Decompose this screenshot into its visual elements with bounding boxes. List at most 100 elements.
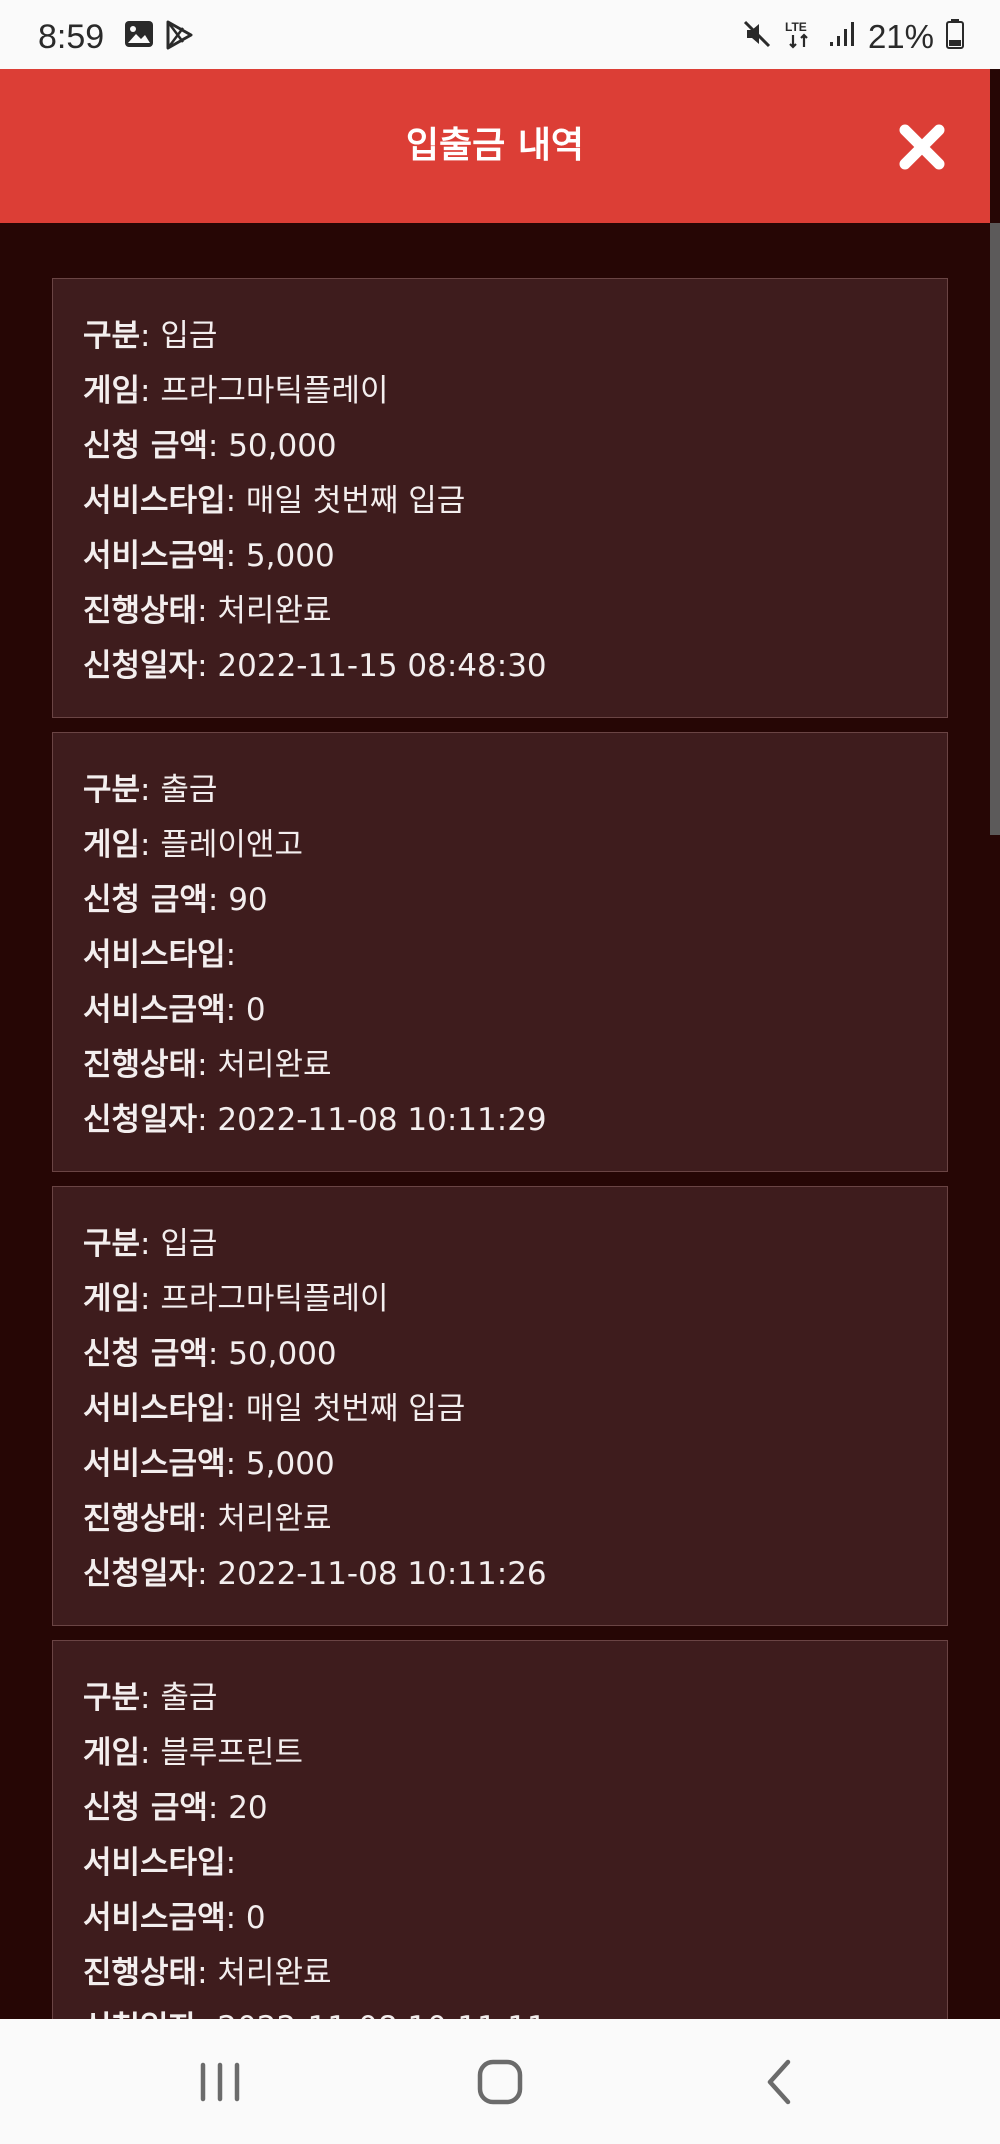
amount-row: 신청 금액: 90 <box>83 882 268 918</box>
service-type-row: 서비스타입: <box>83 1845 237 1881</box>
recent-apps-icon <box>200 2062 240 2102</box>
amount-label: 신청 금액 <box>83 1336 208 1372</box>
amount-value: 90 <box>228 882 268 918</box>
service-amount-value: 5,000 <box>245 1446 335 1482</box>
amount-label: 신청 금액 <box>83 882 208 918</box>
status-label: 진행상태 <box>83 1047 198 1083</box>
type-value: 출금 <box>160 1680 218 1716</box>
date-value: 2022-11-08 10:11:11 <box>217 2010 546 2019</box>
game-value: 플레이앤고 <box>160 827 303 863</box>
game-label: 게임 <box>83 1281 141 1317</box>
back-button[interactable] <box>745 2049 815 2115</box>
type-label: 구분 <box>83 318 141 354</box>
service-type-label: 서비스타입 <box>83 483 226 519</box>
status-row: 진행상태: 처리완료 <box>83 1501 332 1537</box>
date-row: 신청일자: 2022-11-08 10:11:11 <box>83 2001 917 2019</box>
amount-value: 50,000 <box>228 1336 337 1372</box>
amount-value: 20 <box>228 1790 268 1826</box>
signal-icon <box>828 20 856 53</box>
service-amount-label: 서비스금액 <box>83 538 226 574</box>
amount-label: 신청 금액 <box>83 428 208 464</box>
header-bar: 입출금 내역 <box>0 69 990 223</box>
status-value: 처리완료 <box>217 1047 332 1083</box>
amount-row: 신청 금액: 50,000 <box>83 428 337 464</box>
transaction-card: 구분: 입금 게임: 프라그마틱플레이 신청 금액: 50,000 서비스타입:… <box>52 1186 948 1626</box>
recent-apps-button[interactable] <box>185 2049 255 2115</box>
battery-percent: 21% <box>867 18 934 55</box>
scrollbar-thumb[interactable] <box>990 223 1000 835</box>
service-amount-row: 서비스금액: 0 <box>83 992 266 1028</box>
status-row: 진행상태: 처리완료 <box>83 1955 332 1991</box>
game-value: 블루프린트 <box>160 1735 303 1771</box>
service-type-row: 서비스타입: <box>83 937 237 973</box>
type-row: 구분: 입금 <box>83 1226 218 1262</box>
service-amount-row: 서비스금액: 5,000 <box>83 538 335 574</box>
transaction-list[interactable]: 구분: 입금 게임: 프라그마틱플레이 신청 금액: 50,000 서비스타입:… <box>52 278 948 2019</box>
close-button[interactable] <box>896 121 948 173</box>
type-value: 입금 <box>160 1226 218 1262</box>
status-time: 8:59 <box>38 18 105 56</box>
type-row: 구분: 출금 <box>83 772 218 808</box>
date-label: 신청일자 <box>83 1556 198 1592</box>
date-row: 신청일자: 2022-11-08 10:11:29 <box>83 1102 547 1138</box>
game-label: 게임 <box>83 373 141 409</box>
battery-icon <box>946 19 964 54</box>
status-bar: 8:59 LTE 21% <box>0 0 1000 69</box>
game-row: 게임: 플레이앤고 <box>83 827 303 863</box>
status-label: 진행상태 <box>83 1501 198 1537</box>
service-type-value: 매일 첫번째 입금 <box>245 483 466 519</box>
mute-icon <box>742 19 772 54</box>
game-row: 게임: 블루프린트 <box>83 1735 303 1771</box>
svg-text:LTE: LTE <box>785 20 807 34</box>
type-value: 출금 <box>160 772 218 808</box>
service-type-row: 서비스타입: 매일 첫번째 입금 <box>83 1391 466 1427</box>
service-amount-value: 0 <box>245 992 266 1028</box>
service-type-label: 서비스타입 <box>83 1391 226 1427</box>
page-title: 입출금 내역 <box>405 125 585 166</box>
type-label: 구분 <box>83 1226 141 1262</box>
type-label: 구분 <box>83 1680 141 1716</box>
game-value: 프라그마틱플레이 <box>160 373 389 409</box>
amount-label: 신청 금액 <box>83 1790 208 1826</box>
date-row: 신청일자: 2022-11-08 10:11:26 <box>83 1556 547 1592</box>
date-label: 신청일자 <box>83 2010 197 2019</box>
game-value: 프라그마틱플레이 <box>160 1281 389 1317</box>
status-right-group: LTE 21% <box>742 18 964 55</box>
game-label: 게임 <box>83 827 141 863</box>
transaction-card: 구분: 출금 게임: 블루프린트 신청 금액: 20 서비스타입: 서비스금액:… <box>52 1640 948 2019</box>
service-type-row: 서비스타입: 매일 첫번째 입금 <box>83 483 466 519</box>
service-amount-label: 서비스금액 <box>83 1900 226 1936</box>
service-amount-label: 서비스금액 <box>83 992 226 1028</box>
type-label: 구분 <box>83 772 141 808</box>
lte-icon: LTE <box>784 18 816 55</box>
service-amount-label: 서비스금액 <box>83 1446 226 1482</box>
game-row: 게임: 프라그마틱플레이 <box>83 1281 389 1317</box>
service-amount-value: 5,000 <box>245 538 335 574</box>
image-icon <box>124 20 154 53</box>
type-row: 구분: 입금 <box>83 318 218 354</box>
date-value: 2022-11-15 08:48:30 <box>217 648 547 684</box>
transaction-card: 구분: 출금 게임: 플레이앤고 신청 금액: 90 서비스타입: 서비스금액:… <box>52 732 948 1172</box>
status-label: 진행상태 <box>83 593 198 629</box>
play-store-icon <box>164 20 194 55</box>
game-row: 게임: 프라그마틱플레이 <box>83 373 389 409</box>
service-amount-value: 0 <box>245 1900 266 1936</box>
close-icon <box>899 124 945 170</box>
amount-value: 50,000 <box>228 428 337 464</box>
service-type-label: 서비스타입 <box>83 1845 226 1881</box>
date-value: 2022-11-08 10:11:26 <box>217 1556 547 1592</box>
status-label: 진행상태 <box>83 1955 198 1991</box>
amount-row: 신청 금액: 20 <box>83 1790 268 1826</box>
date-row: 신청일자: 2022-11-15 08:48:30 <box>83 648 547 684</box>
service-amount-row: 서비스금액: 5,000 <box>83 1446 335 1482</box>
status-value: 처리완료 <box>217 593 332 629</box>
navigation-bar <box>0 2019 1000 2144</box>
status-row: 진행상태: 처리완료 <box>83 593 332 629</box>
home-icon <box>477 2059 523 2105</box>
service-type-value: 매일 첫번째 입금 <box>245 1391 466 1427</box>
transaction-card: 구분: 입금 게임: 프라그마틱플레이 신청 금액: 50,000 서비스타입:… <box>52 278 948 718</box>
service-type-label: 서비스타입 <box>83 937 226 973</box>
service-amount-row: 서비스금액: 0 <box>83 1900 266 1936</box>
home-button[interactable] <box>465 2049 535 2115</box>
status-value: 처리완료 <box>217 1501 332 1537</box>
